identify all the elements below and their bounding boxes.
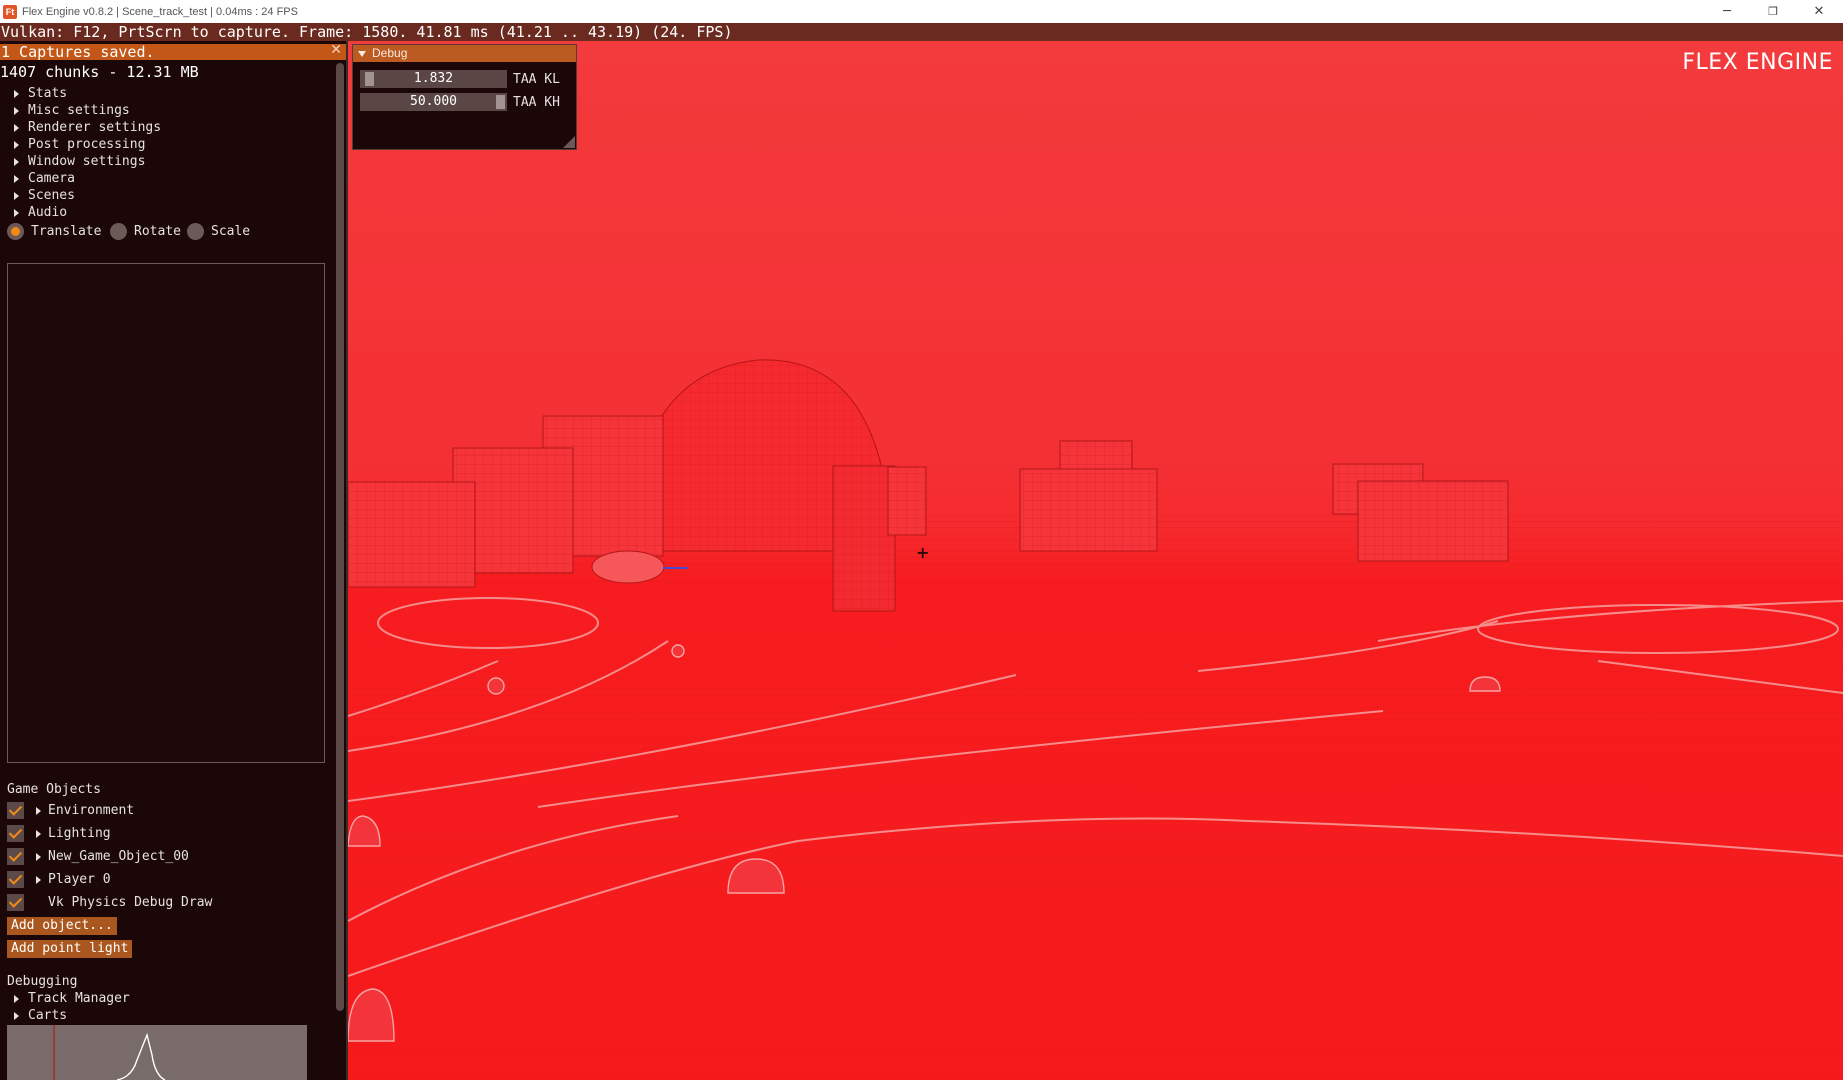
editor-panel: ✕ 1 Captures saved. 1407 chunks - 12.31 … <box>0 41 348 1080</box>
floor-plane <box>348 511 1843 1080</box>
preview-panel <box>7 263 325 763</box>
chevron-right-icon <box>14 90 19 98</box>
game-object-row-player[interactable]: Player 0 <box>7 871 111 888</box>
chevron-down-icon[interactable] <box>358 50 366 57</box>
radio-label: Rotate <box>134 224 181 239</box>
menu-item-label: Carts <box>28 1008 68 1023</box>
game-object-label: Player 0 <box>48 872 111 887</box>
captures-saved-text: 1 Captures saved. <box>1 43 155 61</box>
radio-translate[interactable]: Translate <box>7 223 101 240</box>
radio-selected-icon <box>7 223 24 240</box>
menu-item-track-manager[interactable]: Track Manager <box>14 991 130 1007</box>
game-object-label: Lighting <box>48 826 111 841</box>
radio-scale[interactable]: Scale <box>187 223 250 240</box>
resize-grip-icon[interactable] <box>563 136 575 148</box>
menu-item-label: Renderer settings <box>28 120 162 135</box>
chevron-right-icon <box>14 1012 19 1020</box>
chevron-right-icon[interactable] <box>36 852 41 861</box>
menu-item-label: Audio <box>28 205 68 220</box>
menu-item-misc-settings[interactable]: Misc settings <box>14 103 130 119</box>
menu-item-label: Stats <box>28 86 68 101</box>
debug-window[interactable]: Debug 1.832 TAA KL 50.000 TAA KH <box>352 44 577 150</box>
scene-render <box>348 359 1843 1080</box>
game-objects-heading: Game Objects <box>7 782 101 797</box>
taa-kl-slider[interactable]: 1.832 <box>360 70 507 88</box>
menu-item-label: Window settings <box>28 154 146 169</box>
engine-logo: FLEX ENGINE <box>1682 50 1833 75</box>
chevron-right-icon <box>14 124 19 132</box>
radio-icon <box>187 223 204 240</box>
slider-label: TAA KH <box>513 94 560 110</box>
radio-rotate[interactable]: Rotate <box>110 223 181 240</box>
game-object-label: New_Game_Object_00 <box>48 849 189 864</box>
minimize-button[interactable]: ─ <box>1704 0 1750 23</box>
menu-item-scenes[interactable]: Scenes <box>14 188 75 204</box>
menu-item-label: Camera <box>28 171 75 186</box>
scrollbar-thumb[interactable] <box>336 63 344 1011</box>
checkbox-checked-icon[interactable] <box>7 894 24 911</box>
debugging-heading: Debugging <box>7 974 78 989</box>
add-point-light-button[interactable]: Add point light <box>7 940 133 958</box>
slider-label: TAA KL <box>513 71 560 87</box>
menu-item-carts[interactable]: Carts <box>14 1008 67 1024</box>
checkbox-checked-icon[interactable] <box>7 871 24 888</box>
add-object-button[interactable]: Add object... <box>7 917 117 935</box>
chevron-right-icon <box>14 141 19 149</box>
maximize-button[interactable]: ❐ <box>1750 0 1796 23</box>
game-object-row-physics-debug[interactable]: Vk Physics Debug Draw <box>7 894 212 911</box>
checkbox-checked-icon[interactable] <box>7 825 24 842</box>
panel-scrollbar[interactable] <box>334 63 346 1080</box>
game-object-row-environment[interactable]: Environment <box>7 802 134 819</box>
curve-graph[interactable] <box>7 1025 307 1080</box>
chevron-right-icon <box>14 192 19 200</box>
frame-stats-line: Vulkan: F12, PrtScrn to capture. Frame: … <box>0 24 1843 41</box>
menu-item-renderer-settings[interactable]: Renderer settings <box>14 120 161 136</box>
debug-window-title: Debug <box>372 46 408 60</box>
menu-item-label: Post processing <box>28 137 146 152</box>
game-object-label: Environment <box>48 803 135 818</box>
memory-chunks-text: 1407 chunks - 12.31 MB <box>0 63 199 81</box>
menu-item-audio[interactable]: Audio <box>14 205 67 221</box>
slider-value: 1.832 <box>413 71 454 86</box>
graph-plot <box>53 1025 166 1080</box>
chevron-right-icon <box>14 175 19 183</box>
player-capsule <box>591 550 665 584</box>
checkbox-checked-icon[interactable] <box>7 802 24 819</box>
slider-grab-handle[interactable] <box>364 72 374 86</box>
radio-label: Translate <box>31 224 102 239</box>
debug-window-header[interactable]: Debug <box>353 45 576 62</box>
menu-item-post-processing[interactable]: Post processing <box>14 137 145 153</box>
taa-kh-slider[interactable]: 50.000 <box>360 93 507 111</box>
game-object-row-new-game-object[interactable]: New_Game_Object_00 <box>7 848 189 865</box>
menu-item-label: Track Manager <box>28 991 130 1006</box>
checkbox-checked-icon[interactable] <box>7 848 24 865</box>
close-icon[interactable]: ✕ <box>330 42 342 58</box>
crosshair-icon: + <box>916 543 930 562</box>
scene-viewport[interactable]: FLEX ENGINE + <box>348 41 1843 1080</box>
game-object-label: Vk Physics Debug Draw <box>48 895 213 910</box>
radio-label: Scale <box>211 224 251 239</box>
slider-row-taa-kh: 50.000 TAA KH <box>360 93 560 111</box>
chevron-right-icon <box>14 107 19 115</box>
menu-item-camera[interactable]: Camera <box>14 171 75 187</box>
radio-icon <box>110 223 127 240</box>
menu-item-label: Misc settings <box>28 103 130 118</box>
chevron-right-icon <box>14 158 19 166</box>
game-object-row-lighting[interactable]: Lighting <box>7 825 111 842</box>
slider-grab-handle[interactable] <box>496 95 505 109</box>
app-icon: Ft <box>3 4 17 19</box>
close-window-button[interactable]: ✕ <box>1796 0 1842 23</box>
menu-item-label: Scenes <box>28 188 75 203</box>
chevron-right-icon <box>14 209 19 217</box>
chevron-right-icon <box>14 995 19 1003</box>
menu-item-stats[interactable]: Stats <box>14 86 67 102</box>
slider-value: 50.000 <box>410 94 457 109</box>
window-title-bar: Ft Flex Engine v0.8.2 | Scene_track_test… <box>0 0 1843 23</box>
chevron-right-icon[interactable] <box>36 875 41 884</box>
slider-row-taa-kl: 1.832 TAA KL <box>360 70 560 88</box>
menu-item-window-settings[interactable]: Window settings <box>14 154 145 170</box>
window-title: Flex Engine v0.8.2 | Scene_track_test | … <box>22 5 298 18</box>
chevron-right-icon[interactable] <box>36 829 41 838</box>
chevron-right-icon[interactable] <box>36 806 41 815</box>
